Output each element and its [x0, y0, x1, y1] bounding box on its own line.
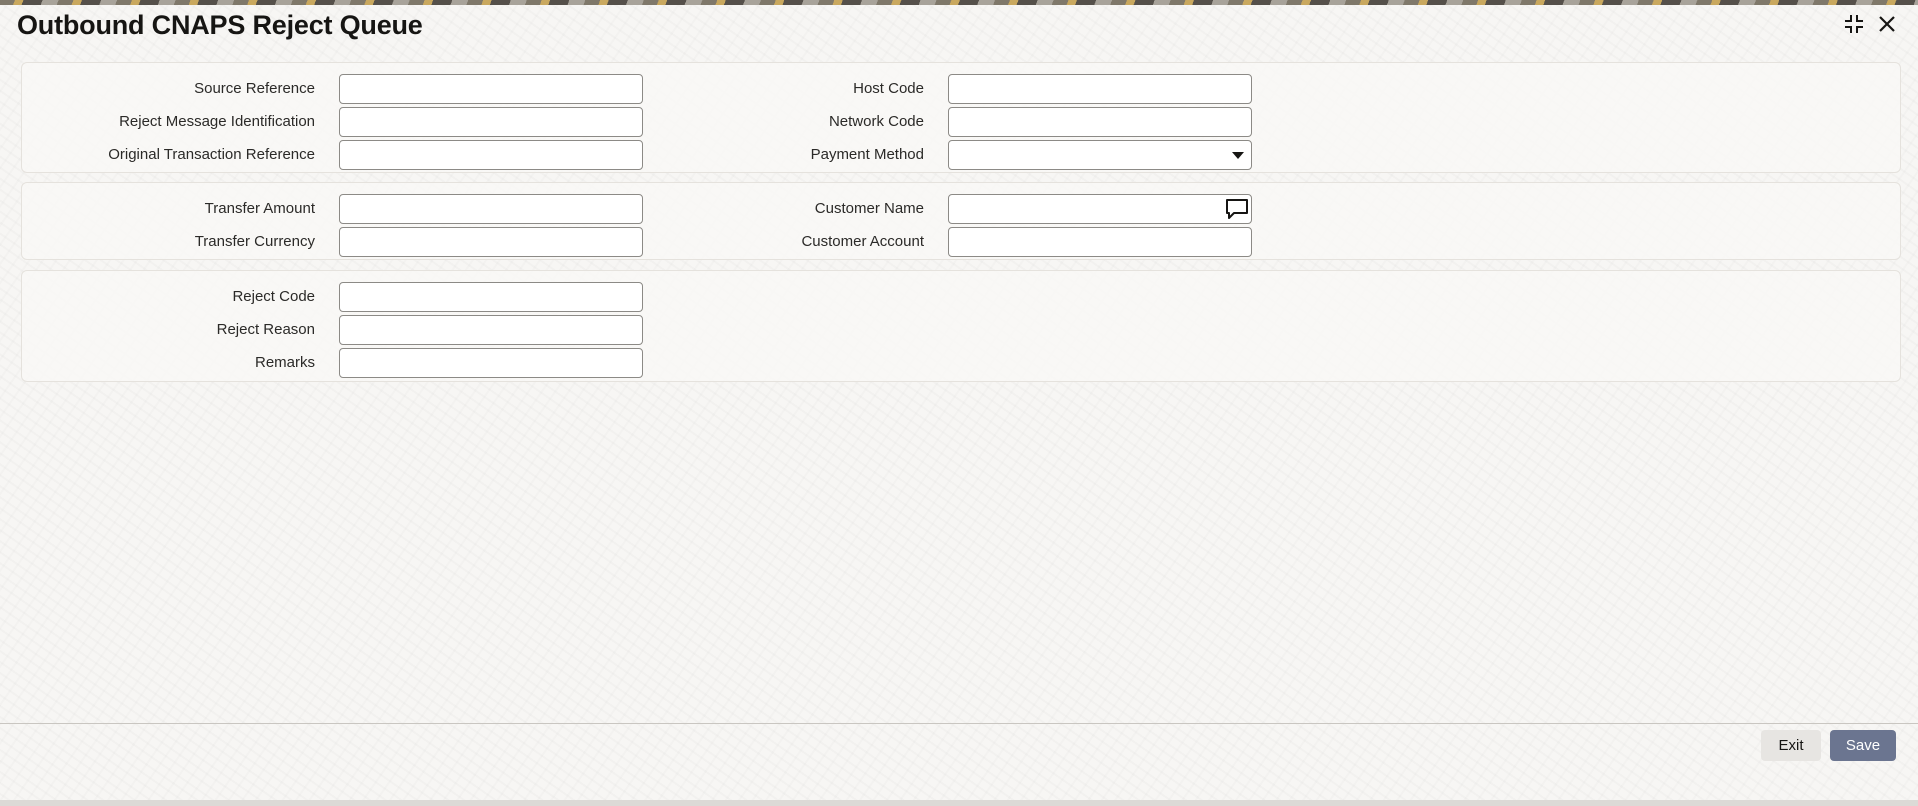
remarks-input[interactable]	[339, 348, 643, 378]
customer-name-field	[948, 194, 1252, 224]
close-button[interactable]	[1873, 12, 1901, 40]
bottom-edge	[0, 800, 1918, 806]
network-code-input[interactable]	[948, 107, 1252, 137]
host-code-label: Host Code	[853, 80, 924, 97]
chevron-down-icon	[1232, 152, 1244, 159]
header-decoration-strip	[0, 0, 1918, 5]
transfer-section: Transfer Amount Transfer Currency Custom…	[21, 182, 1901, 260]
network-code-label: Network Code	[828, 113, 924, 130]
page-title: Outbound CNAPS Reject Queue	[17, 10, 423, 40]
payment-method-label: Payment Method	[810, 146, 924, 163]
reject-reason-label: Reject Reason	[216, 321, 315, 338]
customer-account-input[interactable]	[948, 227, 1252, 257]
reject-code-input[interactable]	[339, 282, 643, 312]
reject-code-label: Reject Code	[232, 288, 315, 305]
maximize-button[interactable]	[1840, 12, 1868, 40]
close-icon	[1877, 14, 1897, 39]
save-button[interactable]: Save	[1830, 730, 1896, 761]
message-bubble-icon[interactable]	[1225, 197, 1249, 221]
customer-account-label: Customer Account	[801, 233, 924, 250]
reject-reason-input[interactable]	[339, 315, 643, 345]
customer-name-input[interactable]	[948, 194, 1252, 224]
footer-divider	[0, 723, 1918, 724]
payment-method-value[interactable]	[948, 140, 1252, 170]
remarks-label: Remarks	[254, 354, 315, 371]
host-code-input[interactable]	[948, 74, 1252, 104]
reference-section: Source Reference Reject Message Identifi…	[21, 62, 1901, 173]
payment-method-select[interactable]	[948, 140, 1252, 170]
customer-name-label: Customer Name	[814, 200, 924, 217]
maximize-icon	[1842, 12, 1866, 41]
reject-section: Reject Code Reject Reason Remarks	[21, 270, 1901, 382]
exit-button[interactable]: Exit	[1761, 730, 1821, 761]
